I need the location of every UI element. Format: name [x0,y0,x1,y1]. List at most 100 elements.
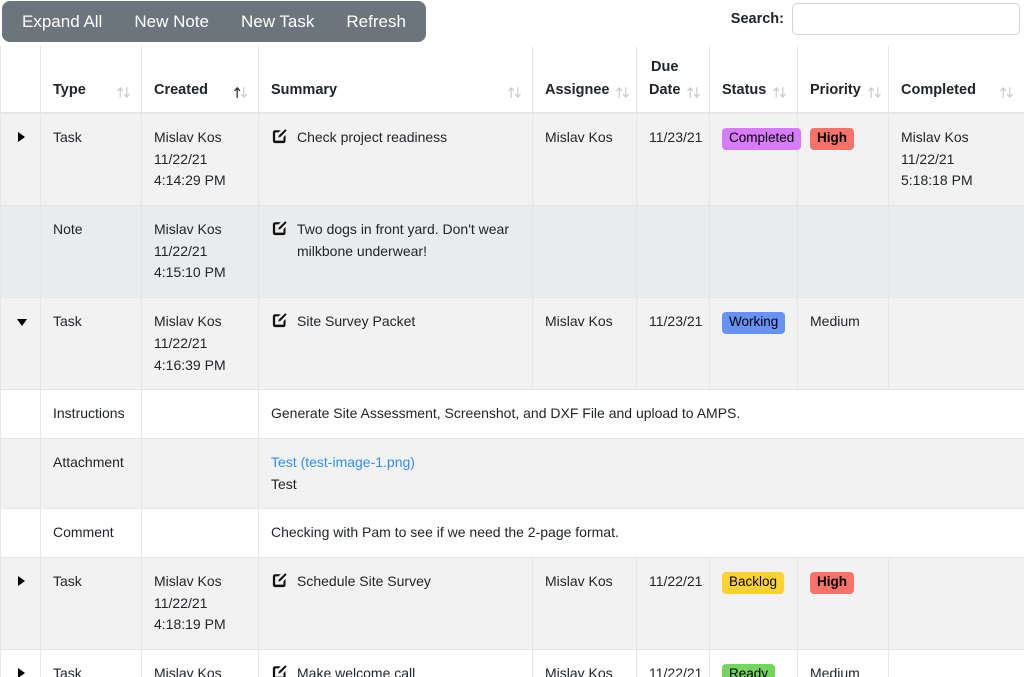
cell-completed: Mislav Kos 11/22/21 5:18:18 PM [888,112,1024,207]
edit-square-icon[interactable] [271,312,288,336]
column-header-label: Due Date [649,59,681,98]
column-header-due-date[interactable]: Due Date [636,46,710,114]
table-row[interactable]: Note Mislav Kos 11/22/21 4:15:10 PM Two dogs… [0,205,1024,299]
sort-updown-icon[interactable] [507,85,522,101]
task-list-app: Expand All New Note New Task Refresh Search… [0,0,1024,677]
detail-text: Checking with Pam to see if we need the … [271,524,619,541]
column-header-label: Completed [901,81,976,98]
type-value: Task [53,129,82,145]
sort-updown-icon[interactable] [772,85,787,101]
table-row[interactable]: Task Mislav Kos11/22/214:18:19 PM Make wel… [0,648,1024,677]
column-header-type[interactable]: Type [40,46,142,114]
summary-text: Two dogs in front yard. Don't wear milkb… [297,221,509,259]
search-area: Search: [731,3,1020,35]
detail-text: Generate Site Assessment, Screenshot, an… [271,405,741,422]
date-value: 11/22/21 [154,334,208,351]
triangle-right-icon[interactable] [18,132,25,142]
user-name: Mislav Kos [901,129,969,145]
sort-updown-icon[interactable] [233,85,248,101]
time-value: 4:15:10 PM [154,264,226,281]
cell-status: Completed [709,112,802,207]
assignee-value: Mislav Kos [545,572,613,589]
triangle-down-icon[interactable] [16,319,27,327]
detail-type-label: Comment [53,524,114,541]
detail-type-label: Instructions [53,405,125,422]
edit-square-icon[interactable] [271,664,288,677]
cell-due-date: 11/23/21 [636,112,710,207]
column-header-created[interactable]: Created [141,46,259,114]
status-badge: Completed [722,128,802,150]
column-header-label: Priority [810,81,861,98]
expander-placeholder [0,389,41,439]
date-value: 11/22/21 [154,594,208,611]
column-header-status[interactable]: Status [709,46,798,114]
task-table-container: Type Created Summary Assignee Due Date Status… [0,46,1024,677]
user-name: Mislav Kos [154,665,222,677]
priority-value: Medium [810,313,860,330]
due-date-value: 11/23/21 [649,313,703,330]
cell-created: Mislav Kos11/22/214:18:19 PM [141,648,259,677]
table-header: Type Created Summary Assignee Due Date Status… [0,46,1024,114]
refresh-button[interactable]: Refresh [330,1,422,42]
cell-detail-blank [141,508,259,558]
cell-detail-content: Test (test-image-1.png) Test [258,437,1024,510]
time-value: 5:18:18 PM [901,172,973,189]
column-header-assignee[interactable]: Assignee [532,46,637,114]
sort-updown-icon[interactable] [686,85,701,101]
time-value: 4:16:39 PM [154,356,226,373]
expand-all-button[interactable]: Expand All [6,1,118,42]
cell-created: Mislav Kos 11/22/21 4:16:39 PM [141,297,259,391]
column-header-summary[interactable]: Summary [258,46,533,114]
column-header-completed[interactable]: Completed [888,46,1024,114]
cell-detail-blank [141,389,259,439]
table-detail-row: Attachment Test (test-image-1.png) Test [0,437,1024,510]
task-table: Type Created Summary Assignee Due Date Status… [0,46,1024,677]
due-date-value: 11/22/21 [649,572,703,589]
cell-status: Ready [709,648,798,677]
expand-row-button[interactable] [0,648,41,677]
cell-priority: Medium [797,648,889,677]
cell-summary: Check project readiness [258,112,533,207]
edit-square-icon[interactable] [271,572,288,596]
time-value: 4:18:19 PM [154,616,226,633]
table-row[interactable]: Task Mislav Kos 11/22/21 4:18:19 PM Schedule… [0,556,1024,651]
summary-text: Site Survey Packet [297,313,416,330]
attachment-link[interactable]: Test (test-image-1.png) [271,454,415,470]
type-value: Task [53,665,82,677]
sort-updown-icon[interactable] [999,85,1014,101]
user-name: Mislav Kos [154,221,222,238]
expander-placeholder [0,437,41,510]
table-row[interactable]: Task Mislav Kos 11/22/21 4:14:29 PM Check pr… [0,112,1024,207]
cell-status: Backlog [709,556,798,651]
new-task-button[interactable]: New Task [225,1,330,42]
column-header-label: Created [154,81,208,98]
triangle-right-icon[interactable] [18,668,25,677]
new-note-button[interactable]: New Note [118,1,225,42]
expander-placeholder [0,508,41,558]
priority-value: Medium [810,665,860,677]
assignee-value: Mislav Kos [545,313,613,330]
sort-updown-icon[interactable] [615,85,630,101]
table-detail-row: Instructions Generate Site Assessment, Sc… [0,389,1024,439]
due-date-value: 11/23/21 [649,129,703,145]
triangle-right-icon[interactable] [18,575,25,586]
column-header-label: Type [53,81,86,98]
collapse-row-button[interactable] [0,297,41,391]
cell-summary: Two dogs in front yard. Don't wear milkb… [258,205,533,299]
cell-summary: Schedule Site Survey [258,556,533,651]
expand-row-button[interactable] [0,556,41,651]
table-detail-row: Comment Checking with Pam to see if we ne… [0,508,1024,558]
cell-detail-blank [141,437,259,510]
expand-row-button[interactable] [0,112,41,207]
sort-updown-icon[interactable] [867,85,882,101]
edit-square-icon[interactable] [271,220,288,244]
edit-square-icon[interactable] [271,128,288,152]
sort-updown-icon[interactable] [116,85,131,101]
cell-summary: Make welcome call [258,648,533,677]
toolbar: Expand All New Note New Task Refresh Search… [0,0,1024,46]
search-input[interactable] [792,3,1020,35]
cell-detail-type: Instructions [40,389,142,439]
table-row[interactable]: Task Mislav Kos 11/22/21 4:16:39 PM Site Sur… [0,297,1024,391]
column-header-priority[interactable]: Priority [797,46,889,114]
cell-priority: High [797,556,889,651]
